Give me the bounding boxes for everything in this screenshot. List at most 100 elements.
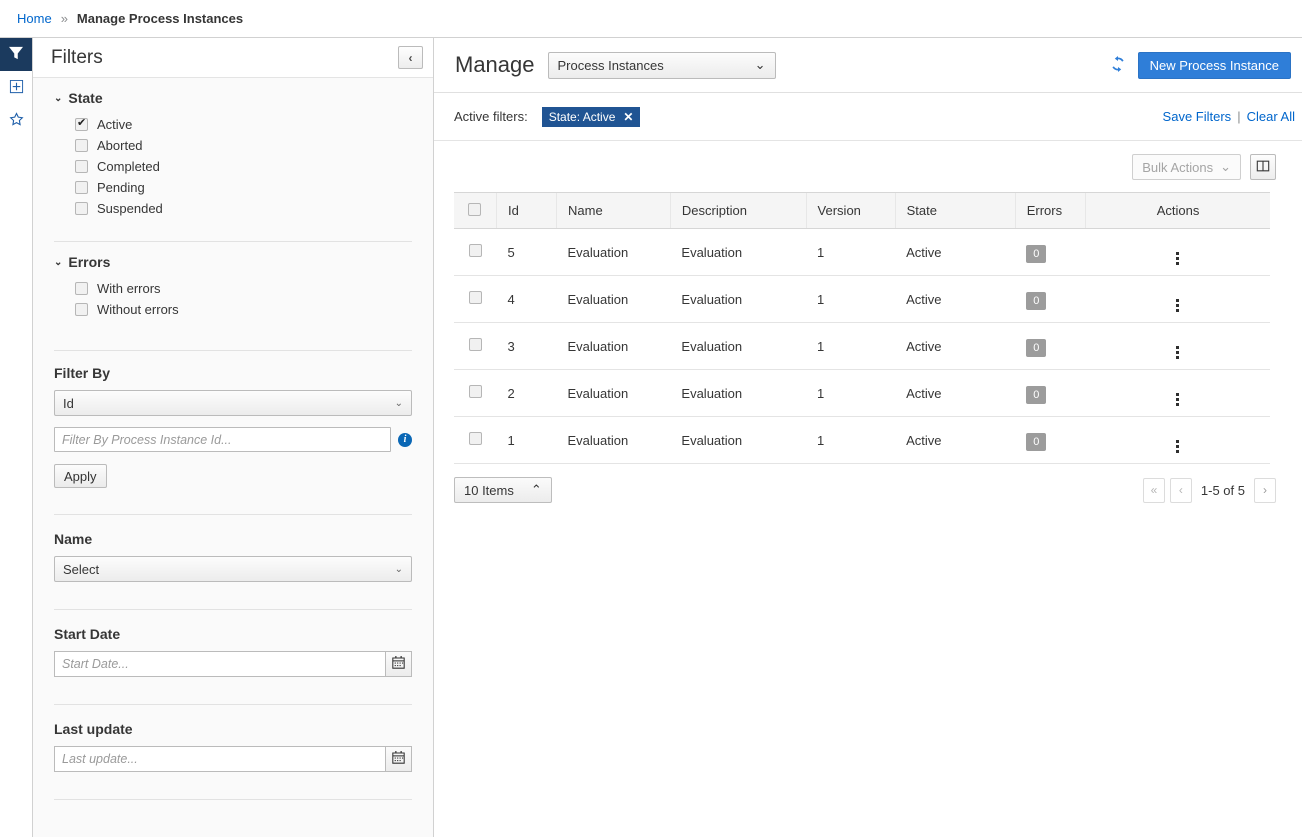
active-filter-chip-state[interactable]: State: Active ✕ bbox=[542, 107, 641, 127]
cell-id: 2 bbox=[496, 370, 556, 417]
checkbox-icon[interactable] bbox=[75, 160, 88, 173]
rail-item-favorites[interactable] bbox=[0, 104, 32, 137]
save-filters-link[interactable]: Save Filters bbox=[1163, 109, 1232, 124]
cell-state: Active bbox=[895, 229, 1015, 276]
collapse-filters-button[interactable]: ‹ bbox=[398, 46, 423, 69]
checkbox-state-suspended[interactable]: Suspended bbox=[54, 198, 412, 219]
errors-badge: 0 bbox=[1026, 386, 1046, 404]
filters-panel: Filters ‹ ⌄ State Active Aborted bbox=[33, 38, 434, 837]
filter-by-input[interactable] bbox=[54, 427, 391, 452]
cell-state: Active bbox=[895, 323, 1015, 370]
chevron-up-icon: ⌃ bbox=[531, 482, 542, 498]
link-separator: | bbox=[1237, 109, 1240, 124]
last-update-input[interactable] bbox=[54, 746, 385, 772]
clear-all-link[interactable]: Clear All bbox=[1247, 109, 1295, 124]
cell-actions bbox=[1086, 323, 1270, 370]
row-actions-menu-icon[interactable] bbox=[1176, 346, 1179, 359]
table-row[interactable]: 2 Evaluation Evaluation 1 Active 0 bbox=[454, 370, 1270, 417]
table-body: 5 Evaluation Evaluation 1 Active 0 4 Eva… bbox=[454, 229, 1270, 464]
page-size-dropdown[interactable]: 10 Items ⌃ bbox=[454, 477, 552, 503]
last-update-label: Last update bbox=[54, 721, 412, 737]
refresh-button[interactable] bbox=[1110, 56, 1126, 75]
new-process-instance-button[interactable]: New Process Instance bbox=[1138, 52, 1291, 79]
chevron-down-icon: ⌄ bbox=[54, 257, 62, 268]
row-checkbox[interactable] bbox=[469, 244, 482, 257]
checkbox-label: Completed bbox=[97, 159, 160, 174]
checkbox-label: Suspended bbox=[97, 201, 163, 216]
row-checkbox[interactable] bbox=[469, 338, 482, 351]
process-instances-table: Id Name Description Version State Errors… bbox=[454, 192, 1270, 464]
pagination-first-button[interactable]: « bbox=[1143, 478, 1165, 503]
filter-group-state-toggle[interactable]: ⌄ State bbox=[54, 90, 412, 106]
start-date-calendar-button[interactable] bbox=[385, 651, 412, 677]
cell-id: 4 bbox=[496, 276, 556, 323]
page-size-label: 10 Items bbox=[464, 483, 514, 498]
checkbox-state-completed[interactable]: Completed bbox=[54, 156, 412, 177]
refresh-icon bbox=[1110, 56, 1126, 75]
table-row[interactable]: 3 Evaluation Evaluation 1 Active 0 bbox=[454, 323, 1270, 370]
row-actions-menu-icon[interactable] bbox=[1176, 393, 1179, 406]
filter-group-errors-toggle[interactable]: ⌄ Errors bbox=[54, 254, 412, 270]
checkbox-without-errors[interactable]: Without errors bbox=[54, 299, 412, 320]
pagination-next-button[interactable]: › bbox=[1254, 478, 1276, 503]
checkbox-state-active[interactable]: Active bbox=[54, 114, 412, 135]
checkbox-with-errors[interactable]: With errors bbox=[54, 278, 412, 299]
filter-by-select[interactable]: Id ⌄ bbox=[54, 390, 412, 416]
row-actions-menu-icon[interactable] bbox=[1176, 440, 1179, 453]
breadcrumb-home-link[interactable]: Home bbox=[17, 11, 52, 26]
manage-entity-value: Process Instances bbox=[558, 58, 664, 73]
cell-version: 1 bbox=[806, 229, 895, 276]
table-row[interactable]: 5 Evaluation Evaluation 1 Active 0 bbox=[454, 229, 1270, 276]
checkbox-icon[interactable] bbox=[75, 139, 88, 152]
name-filter-section: Name Select ⌄ bbox=[33, 515, 433, 590]
last-update-calendar-button[interactable] bbox=[385, 746, 412, 772]
row-checkbox[interactable] bbox=[469, 291, 482, 304]
pagination-prev-button[interactable]: ‹ bbox=[1170, 478, 1192, 503]
icon-rail bbox=[0, 38, 33, 837]
table-row[interactable]: 4 Evaluation Evaluation 1 Active 0 bbox=[454, 276, 1270, 323]
cell-version: 1 bbox=[806, 370, 895, 417]
row-actions-menu-icon[interactable] bbox=[1176, 252, 1179, 265]
checkbox-state-aborted[interactable]: Aborted bbox=[54, 135, 412, 156]
checkbox-state-pending[interactable]: Pending bbox=[54, 177, 412, 198]
calendar-icon bbox=[392, 751, 405, 767]
checkbox-icon[interactable] bbox=[75, 181, 88, 194]
apply-button[interactable]: Apply bbox=[54, 464, 107, 488]
bulk-actions-dropdown[interactable]: Bulk Actions ⌄ bbox=[1132, 154, 1241, 180]
start-date-row bbox=[54, 651, 412, 677]
row-checkbox[interactable] bbox=[469, 432, 482, 445]
errors-badge: 0 bbox=[1026, 433, 1046, 451]
table-row[interactable]: 1 Evaluation Evaluation 1 Active 0 bbox=[454, 417, 1270, 464]
rail-item-add[interactable] bbox=[0, 71, 32, 104]
toggle-columns-button[interactable] bbox=[1250, 154, 1276, 180]
header-version[interactable]: Version bbox=[806, 193, 895, 229]
cell-errors: 0 bbox=[1015, 276, 1085, 323]
row-checkbox-cell bbox=[454, 370, 496, 417]
rail-item-filter[interactable] bbox=[0, 38, 32, 71]
close-icon[interactable]: ✕ bbox=[623, 110, 633, 124]
select-all-checkbox[interactable] bbox=[468, 203, 481, 216]
start-date-label: Start Date bbox=[54, 626, 412, 642]
header-errors[interactable]: Errors bbox=[1015, 193, 1085, 229]
manage-entity-select[interactable]: Process Instances ⌄ bbox=[548, 52, 776, 79]
name-filter-select[interactable]: Select ⌄ bbox=[54, 556, 412, 582]
info-icon[interactable]: i bbox=[398, 433, 412, 447]
row-actions-menu-icon[interactable] bbox=[1176, 299, 1179, 312]
checkbox-icon[interactable] bbox=[75, 202, 88, 215]
chevron-down-icon: ⌄ bbox=[1220, 159, 1231, 175]
cell-version: 1 bbox=[806, 417, 895, 464]
checkbox-label: Active bbox=[97, 117, 132, 132]
header-name[interactable]: Name bbox=[557, 193, 671, 229]
checkbox-icon[interactable] bbox=[75, 118, 88, 131]
header-description[interactable]: Description bbox=[670, 193, 806, 229]
checkbox-icon[interactable] bbox=[75, 282, 88, 295]
checkbox-icon[interactable] bbox=[75, 303, 88, 316]
last-update-section: Last update bbox=[33, 705, 433, 780]
filter-by-select-value: Id bbox=[63, 396, 74, 411]
row-checkbox[interactable] bbox=[469, 385, 482, 398]
header-state[interactable]: State bbox=[895, 193, 1015, 229]
columns-icon bbox=[1256, 159, 1270, 176]
header-id[interactable]: Id bbox=[496, 193, 556, 229]
active-filters-label: Active filters: bbox=[454, 109, 528, 124]
start-date-input[interactable] bbox=[54, 651, 385, 677]
